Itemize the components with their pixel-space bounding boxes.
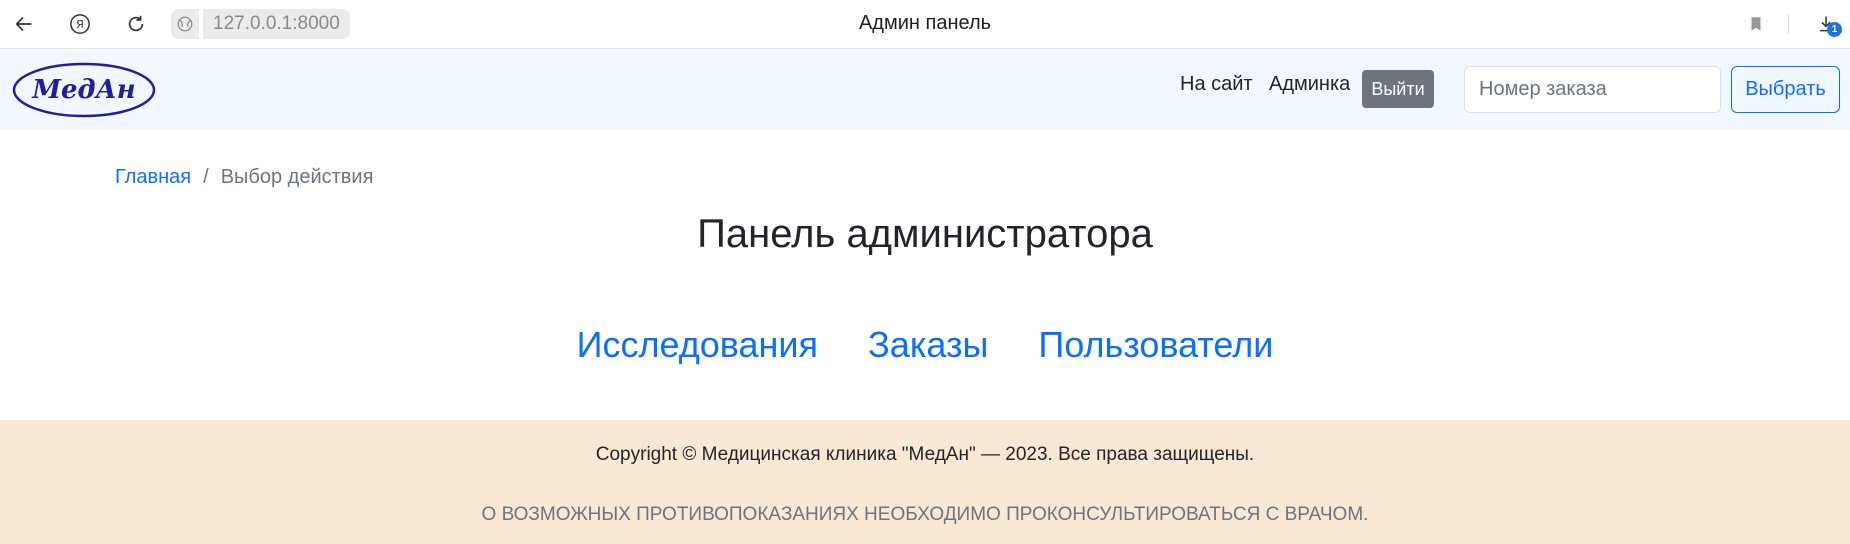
site-info-icon[interactable]	[171, 9, 199, 39]
toolbar-divider	[1788, 14, 1789, 34]
download-count-badge: 1	[1827, 22, 1842, 37]
breadcrumb-current: Выбор действия	[220, 166, 374, 188]
breadcrumb: Главная / Выбор действия	[115, 166, 373, 189]
logo-text: МедАн	[31, 75, 136, 105]
footer-warning: О ВОЗМОЖНЫХ ПРОТИВОПОКАЗАНИЯХ НЕОБХОДИМО…	[481, 504, 1369, 525]
logout-button[interactable]: Выйти	[1362, 70, 1434, 108]
admin-actions: Исследования Заказы Пользователи	[0, 324, 1850, 366]
browser-toolbar: Я 127.0.0.1:8000 Админ панель 1	[0, 0, 1850, 49]
nav-link-admin[interactable]: Админка	[1269, 73, 1350, 96]
page-title: Панель администратора	[697, 212, 1153, 256]
site-navbar: МедАн На сайт Админка Выйти Выбрать	[0, 49, 1850, 130]
download-icon[interactable]: 1	[1808, 8, 1844, 40]
medan-logo[interactable]: МедАн	[12, 61, 156, 119]
svg-text:Я: Я	[76, 18, 84, 31]
site-footer: Copyright © Медицинская клиника "МедАн" …	[0, 420, 1850, 544]
breadcrumb-home-link[interactable]: Главная	[115, 166, 191, 189]
order-number-input[interactable]	[1464, 66, 1721, 113]
back-arrow-icon[interactable]	[8, 8, 40, 40]
choose-button[interactable]: Выбрать	[1731, 66, 1840, 113]
reload-icon[interactable]	[120, 8, 152, 40]
action-link-orders[interactable]: Заказы	[868, 324, 988, 366]
breadcrumb-separator: /	[203, 166, 209, 188]
action-link-users[interactable]: Пользователи	[1038, 324, 1273, 366]
bookmark-icon[interactable]	[1742, 10, 1770, 38]
nav-link-site[interactable]: На сайт	[1180, 73, 1253, 96]
action-link-research[interactable]: Исследования	[577, 324, 818, 366]
address-bar[interactable]: 127.0.0.1:8000	[203, 9, 350, 39]
yandex-icon[interactable]: Я	[64, 8, 96, 40]
footer-copyright: Copyright © Медицинская клиника "МедАн" …	[595, 444, 1255, 465]
